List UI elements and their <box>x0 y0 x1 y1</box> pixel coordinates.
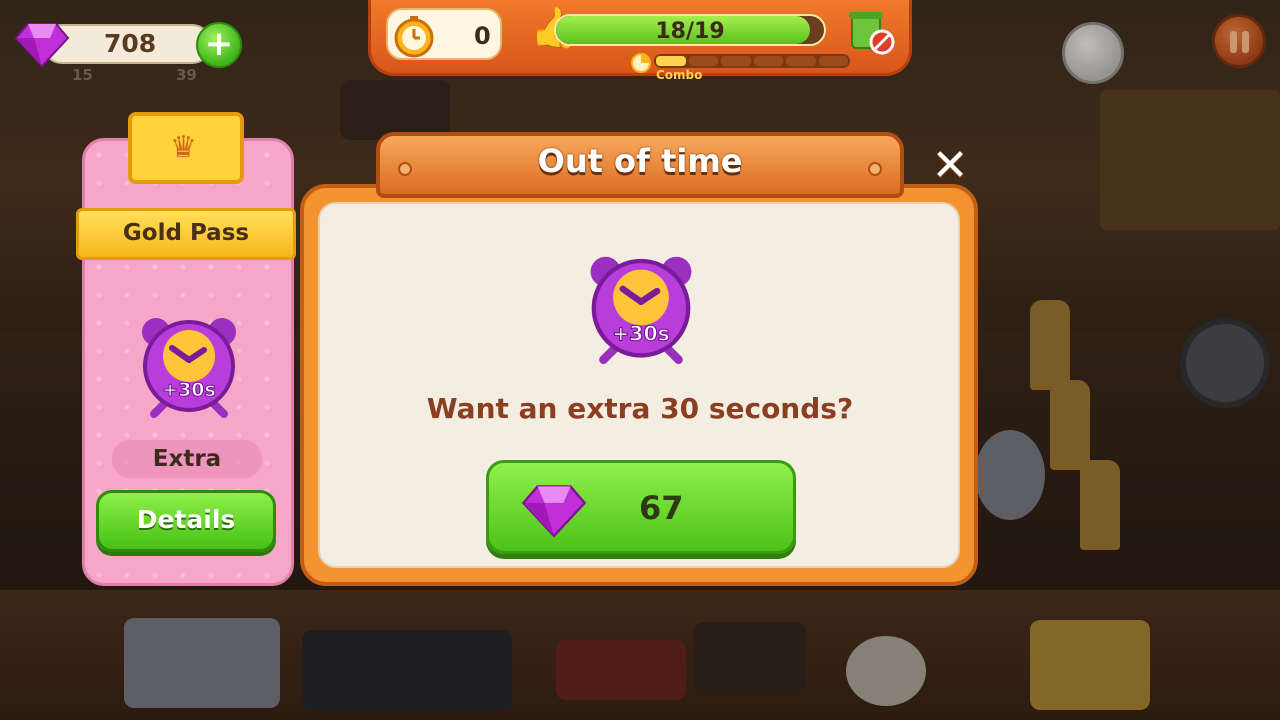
combo-segment <box>786 56 816 66</box>
combo-segment <box>753 56 783 66</box>
combo-segment <box>656 56 686 66</box>
top-hud: 0 👍 18/19 Combo <box>368 0 912 82</box>
customer-progress-bar: 18/19 <box>554 14 826 46</box>
buy-extra-time-button[interactable]: 67 <box>486 460 796 554</box>
progress-text: 18/19 <box>655 19 725 44</box>
gold-pass-badge-text: +30s <box>162 379 216 401</box>
joystick-button[interactable] <box>1062 22 1124 84</box>
combo-meter <box>654 54 850 68</box>
clock-icon <box>394 16 434 58</box>
close-icon[interactable]: ✕ <box>928 144 972 188</box>
gem-icon <box>521 485 587 538</box>
gold-pass-ticket: ♛ <box>128 112 244 184</box>
pause-button[interactable] <box>1212 14 1266 68</box>
dialog-badge-text: +30s <box>612 321 670 345</box>
chef-hat-icon: ♛ <box>170 130 197 165</box>
sub-count-left: 15 <box>72 66 93 84</box>
sub-count-right: 39 <box>176 66 197 84</box>
details-button[interactable]: Details <box>96 490 276 552</box>
timer-box: 0 <box>386 8 502 60</box>
combo-label: Combo <box>656 68 703 82</box>
combo-clock-icon <box>631 53 651 73</box>
timer-value: 0 <box>474 22 491 50</box>
combo-segment <box>688 56 718 66</box>
combo-segment <box>818 56 848 66</box>
alarm-clock-icon: +30s <box>142 318 236 418</box>
gold-pass-title: Gold Pass <box>76 208 296 260</box>
gem-counter: 708 + <box>14 20 242 68</box>
gold-pass-extra-label: Extra <box>112 440 262 478</box>
alarm-clock-icon: +30s <box>590 256 692 364</box>
trash-bin-icon[interactable] <box>846 6 896 56</box>
gem-icon <box>14 23 70 68</box>
dialog-title: Out of time <box>537 142 743 180</box>
gem-count: 708 <box>104 29 157 58</box>
combo-segment <box>721 56 751 66</box>
price-value: 67 <box>639 489 684 527</box>
dialog-question: Want an extra 30 seconds? <box>426 392 854 425</box>
add-gems-button[interactable]: + <box>196 22 242 68</box>
